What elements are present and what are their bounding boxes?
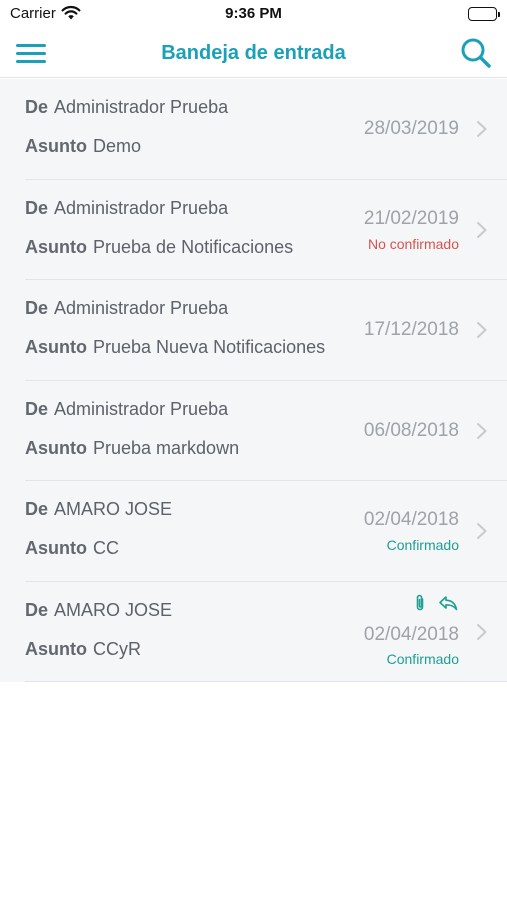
message-indicators xyxy=(414,594,458,612)
message-date: 21/02/2019 xyxy=(363,207,459,229)
from-line: De AMARO JOSE xyxy=(25,499,172,520)
sender-name: Administrador Prueba xyxy=(54,298,229,318)
chevron-right-icon xyxy=(477,121,487,137)
subject-label: Asunto xyxy=(25,437,87,458)
battery-icon xyxy=(468,7,500,21)
from-line: De Administrador Prueba xyxy=(25,198,228,219)
chevron-right-icon xyxy=(477,221,487,238)
subject-line: Asunto Prueba markdown xyxy=(25,438,239,459)
message-date: 28/03/2019 xyxy=(363,118,459,139)
from-label: De xyxy=(25,97,49,117)
message-row[interactable]: De AMARO JOSE Asunto CC 02/04/2018 Confirm… xyxy=(0,481,507,582)
page-title: Bandeja de entrada xyxy=(161,42,346,64)
message-date: 02/04/2018 xyxy=(363,509,459,530)
message-row[interactable]: De AMARO JOSE Asunto CCyR 02/04/2018 Confi… xyxy=(0,581,507,682)
subject-label: Asunto xyxy=(25,638,87,659)
subject-text: Prueba markdown xyxy=(93,437,240,458)
from-line: De Administrador Prueba xyxy=(25,298,228,319)
subject-label: Asunto xyxy=(25,337,87,357)
subject-line: Asunto CCyR xyxy=(25,639,141,660)
message-row[interactable]: De Administrador Prueba Asunto Prueba de N… xyxy=(0,179,507,280)
subject-label: Asunto xyxy=(25,538,87,558)
subject-line: Asunto CC xyxy=(25,538,119,559)
status-badge: Confirmado xyxy=(386,537,459,553)
subject-text: CCyR xyxy=(93,638,141,659)
status-bar: Carrier 9:36 PM xyxy=(0,0,507,30)
from-line: De AMARO JOSE xyxy=(25,600,172,621)
message-date: 17/12/2018 xyxy=(363,319,459,340)
sender-name: AMARO JOSE xyxy=(54,599,173,620)
status-badge: Confirmado xyxy=(386,650,459,667)
paperclip-icon xyxy=(416,594,424,610)
subject-text: Prueba Nueva Notificaciones xyxy=(93,337,326,357)
subject-line: Asunto Demo xyxy=(25,136,141,157)
sender-name: Administrador Prueba xyxy=(54,398,229,419)
from-label: De xyxy=(25,197,49,218)
from-line: De Administrador Prueba xyxy=(25,97,228,118)
subject-line: Asunto Prueba de Notificaciones xyxy=(25,237,293,258)
subject-label: Asunto xyxy=(25,136,87,156)
message-date: 06/08/2018 xyxy=(363,419,459,441)
clock: 9:36 PM xyxy=(225,5,282,22)
sender-name: AMARO JOSE xyxy=(54,499,173,519)
from-label: De xyxy=(25,599,49,620)
sender-name: Administrador Prueba xyxy=(54,197,229,218)
from-label: De xyxy=(25,499,49,519)
message-row[interactable]: De Administrador Prueba Asunto Prueba Nuev… xyxy=(0,280,507,381)
subject-text: Demo xyxy=(93,136,142,156)
message-row[interactable]: De Administrador Prueba Asunto Prueba mark… xyxy=(0,380,507,481)
message-date: 02/04/2018 xyxy=(363,623,459,645)
subject-text: Prueba de Notificaciones xyxy=(93,236,294,257)
message-list: De Administrador Prueba Asunto Demo 28/03/… xyxy=(0,79,507,682)
subject-text: CC xyxy=(93,538,119,558)
navigation-bar: Bandeja de entrada xyxy=(0,30,507,78)
subject-line: Asunto Prueba Nueva Notificaciones xyxy=(25,337,325,358)
subject-label: Asunto xyxy=(25,236,87,257)
from-label: De xyxy=(25,298,49,318)
chevron-right-icon xyxy=(477,523,487,539)
from-line: De Administrador Prueba xyxy=(25,399,228,420)
reply-icon xyxy=(439,595,458,610)
sender-name: Administrador Prueba xyxy=(54,97,229,117)
chevron-right-icon xyxy=(477,322,487,338)
chevron-right-icon xyxy=(477,422,487,439)
message-row[interactable]: De Administrador Prueba Asunto Demo 28/03/… xyxy=(0,79,507,180)
search-icon[interactable] xyxy=(459,36,493,70)
from-label: De xyxy=(25,398,49,419)
status-badge: No confirmado xyxy=(367,235,459,252)
chevron-right-icon xyxy=(477,623,487,640)
